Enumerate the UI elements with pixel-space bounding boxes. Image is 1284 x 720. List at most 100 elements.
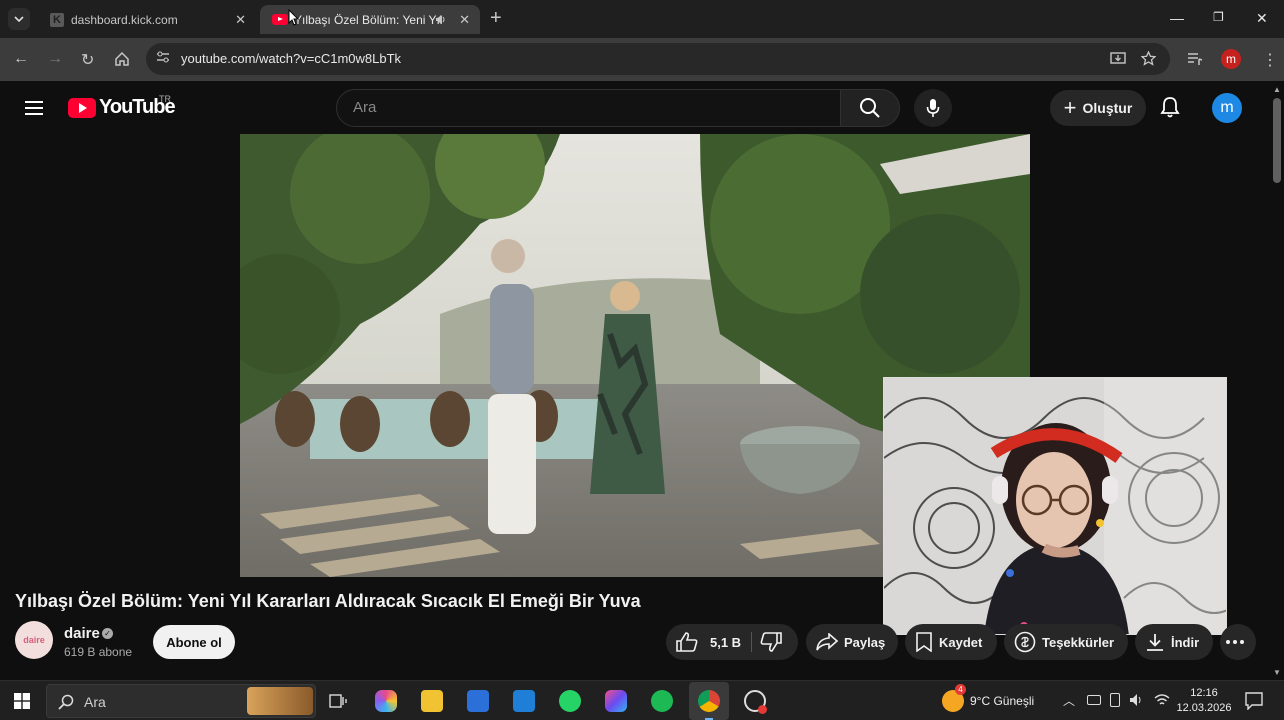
restore-icon[interactable]: ❐	[1213, 10, 1224, 24]
subscribe-button[interactable]: Abone ol	[153, 625, 235, 659]
more-actions-button[interactable]	[1220, 624, 1256, 660]
whatsapp-icon[interactable]	[559, 690, 581, 712]
like-button[interactable]: 5,1 B	[676, 624, 756, 660]
new-tab-button[interactable]: +	[490, 8, 502, 28]
scroll-down-icon[interactable]: ▼	[1273, 668, 1281, 677]
notification-center-icon[interactable]	[1245, 692, 1263, 710]
browser-toolbar: ← → ↻ youtube.com/watch?v=cC1m0w8LbTk m …	[0, 38, 1284, 81]
download-button[interactable]: İndir	[1135, 624, 1213, 660]
thanks-button[interactable]: Teşekkürler	[1004, 624, 1128, 660]
verified-badge-icon: ✓	[102, 628, 113, 639]
tab-search-button[interactable]	[8, 8, 30, 30]
browser-menu-icon[interactable]: ⋮	[1262, 50, 1278, 70]
device-icon[interactable]	[1110, 693, 1120, 707]
thanks-heart-icon	[1014, 631, 1036, 653]
mail-icon[interactable]	[513, 690, 535, 712]
address-bar[interactable]: youtube.com/watch?v=cC1m0w8LbTk	[146, 43, 1170, 75]
hamburger-menu-icon[interactable]	[24, 100, 44, 116]
chrome-icon	[698, 690, 720, 712]
file-explorer-icon[interactable]	[421, 690, 443, 712]
youtube-favicon-icon	[272, 14, 288, 25]
chevron-down-icon	[14, 16, 24, 22]
user-avatar[interactable]: m	[1212, 93, 1242, 123]
url-text: youtube.com/watch?v=cC1m0w8LbTk	[181, 51, 402, 66]
chrome-taskbar-active[interactable]	[689, 682, 729, 720]
create-button[interactable]: + Oluştur	[1050, 90, 1146, 126]
plus-icon: +	[1063, 95, 1077, 120]
search-button[interactable]	[840, 89, 900, 127]
home-icon[interactable]	[114, 51, 130, 67]
channel-name[interactable]: daire	[64, 625, 100, 642]
volume-icon[interactable]	[1129, 693, 1143, 707]
media-controls-icon[interactable]	[1187, 51, 1203, 67]
tab-kick-dashboard[interactable]: K dashboard.kick.com ✕	[38, 5, 256, 34]
like-count: 5,1 B	[710, 634, 742, 650]
back-arrow-icon[interactable]: ←	[13, 50, 29, 68]
reload-icon[interactable]: ↻	[81, 50, 94, 70]
channel-avatar[interactable]: daire	[15, 621, 53, 659]
weather-badge: 4	[955, 684, 966, 695]
dislike-button[interactable]	[760, 624, 790, 660]
search-icon	[58, 694, 74, 710]
wifi-icon[interactable]	[1154, 693, 1170, 707]
recording-dot-icon	[758, 705, 767, 714]
tab-title: dashboard.kick.com	[71, 12, 178, 27]
clock-date: 12.03.2026	[1176, 702, 1232, 714]
search-input[interactable]	[353, 99, 823, 116]
browser-tab-strip: K dashboard.kick.com ✕ Yılbaşı Özel Bölü…	[0, 0, 1284, 38]
scrollbar-thumb[interactable]	[1273, 98, 1281, 183]
tray-overflow-icon[interactable]: ︿	[1063, 692, 1075, 709]
search-icon	[860, 98, 880, 118]
copilot-icon[interactable]	[375, 690, 397, 712]
download-label: İndir	[1171, 634, 1200, 650]
subscriber-count: 619 B abone	[64, 645, 133, 659]
youtube-logo-icon[interactable]	[68, 98, 96, 118]
bookmark-star-icon[interactable]	[1141, 51, 1156, 66]
country-code: TR	[159, 94, 171, 104]
browser-profile-avatar[interactable]: m	[1221, 49, 1241, 69]
tab-audio-icon[interactable]	[435, 14, 447, 25]
kick-logo-icon: K	[50, 12, 64, 27]
tab-title: Yılbaşı Özel Bölüm: Yeni Yıl	[294, 12, 442, 27]
search-highlight-image	[247, 687, 313, 715]
more-dots-icon	[1226, 640, 1244, 644]
scroll-up-icon[interactable]: ▲	[1273, 85, 1281, 94]
windows-taskbar: Ara 4 9°C Güneşli ︿ 12:16 12.03.2026	[0, 680, 1284, 720]
windows-start-icon[interactable]	[14, 693, 30, 709]
save-bookmark-icon	[916, 632, 932, 652]
tab-close-icon[interactable]: ✕	[235, 12, 246, 28]
close-window-icon[interactable]: ✕	[1256, 10, 1268, 27]
clock-time: 12:16	[1190, 687, 1218, 699]
save-button[interactable]: Kaydet	[905, 624, 997, 660]
mouse-cursor-icon	[288, 9, 299, 26]
save-label: Kaydet	[939, 634, 983, 650]
share-arrow-icon	[816, 633, 838, 651]
share-button[interactable]: Paylaş	[806, 624, 898, 660]
channel-avatar-text: daire	[23, 635, 45, 645]
search-field[interactable]	[336, 89, 841, 127]
tab-close-icon[interactable]: ✕	[459, 12, 470, 28]
microsoft-365-icon[interactable]	[605, 690, 627, 712]
webcam-overlay	[883, 377, 1227, 635]
task-view-icon[interactable]	[329, 692, 347, 710]
system-clock[interactable]: 12:16 12.03.2026	[1176, 686, 1232, 716]
youtube-header: YouTube TR + Oluştur m	[0, 81, 1270, 133]
thanks-label: Teşekkürler	[1042, 634, 1115, 650]
microsoft-store-icon[interactable]	[467, 690, 489, 712]
webcam-feed-image	[884, 378, 1226, 634]
weather-text[interactable]: 9°C Güneşli	[970, 694, 1034, 708]
install-app-icon[interactable]	[1110, 52, 1126, 66]
site-settings-icon[interactable]	[156, 50, 170, 64]
microphone-icon	[926, 99, 940, 117]
minimize-icon[interactable]: —	[1170, 10, 1184, 26]
spotify-icon[interactable]	[651, 690, 673, 712]
share-label: Paylaş	[844, 634, 886, 650]
voice-search-button[interactable]	[914, 89, 952, 127]
forward-arrow-icon[interactable]: →	[47, 50, 63, 68]
notifications-bell-icon[interactable]	[1158, 95, 1182, 119]
battery-icon[interactable]	[1087, 695, 1101, 705]
thumbs-up-icon	[676, 632, 698, 652]
like-dislike-group: 5,1 B	[666, 624, 798, 660]
thumbs-down-icon	[760, 632, 782, 652]
taskbar-search[interactable]: Ara	[46, 684, 316, 718]
